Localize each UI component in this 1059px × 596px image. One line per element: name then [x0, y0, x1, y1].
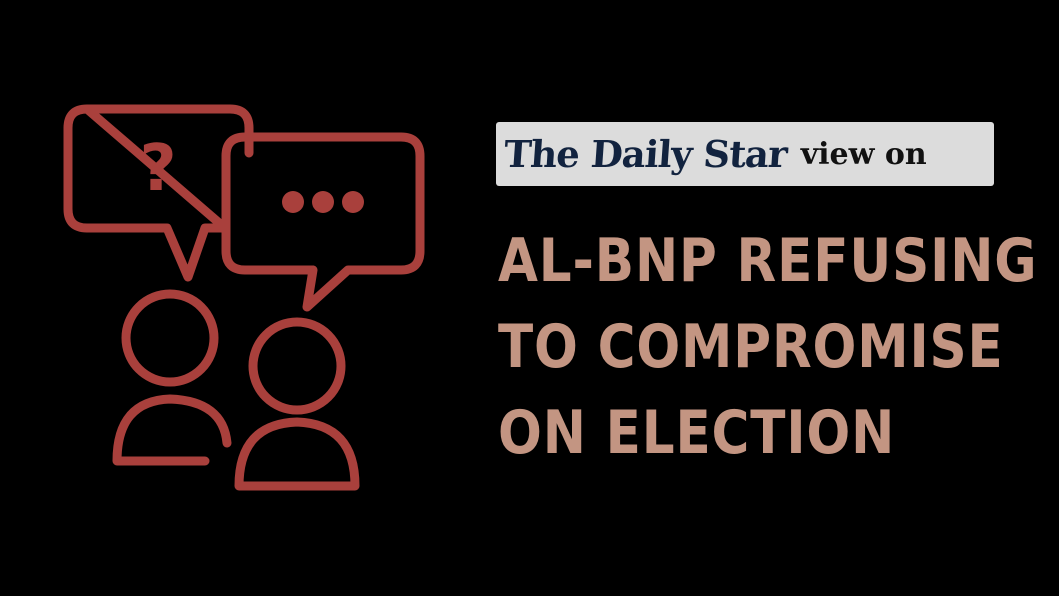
headline-line-2: TO COMPROMISE	[498, 312, 1004, 382]
ellipsis-speech-bubble-icon	[221, 132, 425, 312]
daily-star-logo: The Daily Star	[502, 132, 789, 176]
masthead-suffix: view on	[800, 136, 927, 172]
ellipsis-dots	[282, 191, 364, 213]
masthead-banner: The Daily Star view on	[496, 122, 994, 186]
headline-line-3: ON ELECTION	[498, 398, 896, 468]
headline-line-1: AL-BNP REFUSING	[498, 226, 1038, 296]
page: ? The Daily Star view on AL-BNP REFUSING…	[0, 0, 1059, 596]
person-icon	[112, 289, 232, 466]
person-icon	[234, 317, 360, 491]
headline: AL-BNP REFUSING TO COMPROMISE ON ELECTIO…	[498, 218, 1038, 476]
discussion-illustration: ?	[63, 104, 425, 491]
question-mark-glyph: ?	[139, 132, 176, 206]
